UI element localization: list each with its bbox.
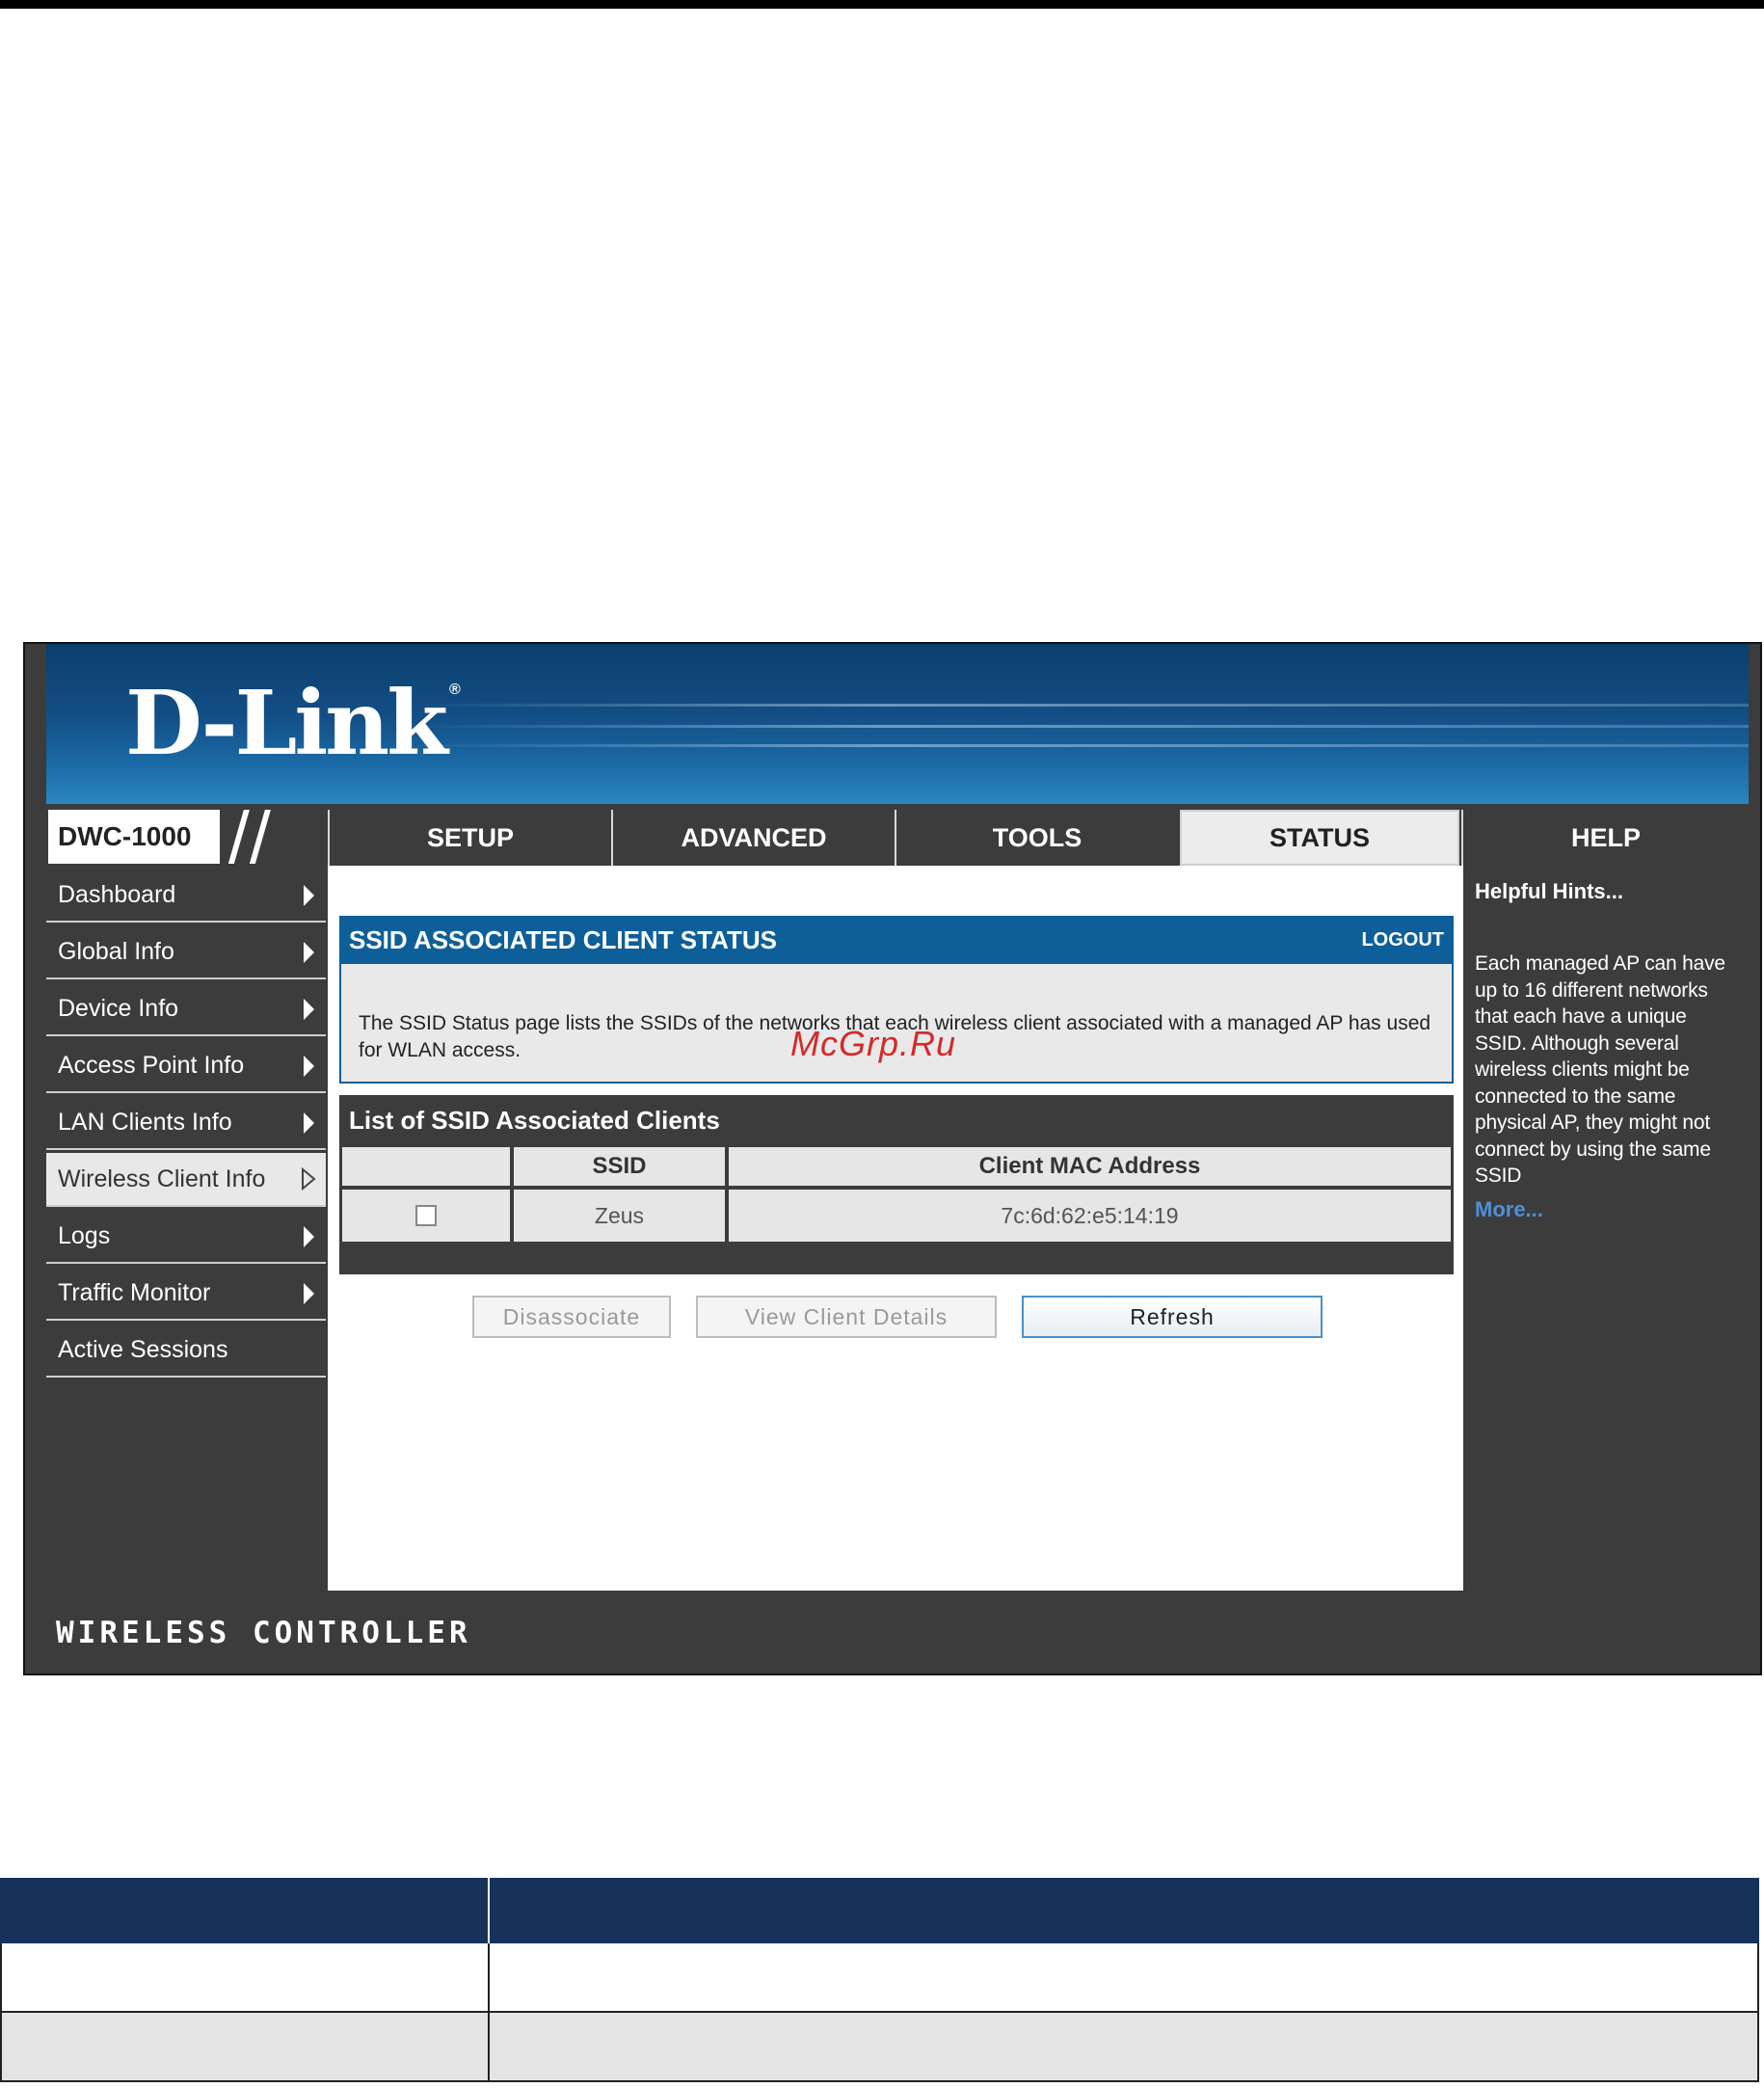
list-title: List of SSID Associated Clients (349, 1106, 720, 1135)
sidebar-item-label: LAN Clients Info (58, 1109, 232, 1136)
footer-bar: WIRELESS CONTROLLER (46, 1593, 1749, 1673)
refresh-button[interactable]: Refresh (1022, 1296, 1323, 1338)
banner-streak (413, 744, 1749, 747)
sidebar-item-label: Device Info (58, 995, 179, 1022)
document-table (0, 1878, 1759, 2082)
top-rule (0, 0, 1764, 9)
chevron-right-icon (304, 999, 314, 1020)
table-header-cell (0, 1878, 490, 1943)
panel-header: SSID ASSOCIATED CLIENT STATUS LOGOUT (339, 916, 1454, 964)
chevron-right-icon (304, 942, 314, 963)
banner-streak (413, 704, 1749, 707)
tab-status[interactable]: STATUS (1180, 810, 1459, 866)
table-row (0, 1943, 1759, 2013)
list-header: List of SSID Associated Clients (339, 1095, 1454, 1143)
model-badge: DWC-1000 (48, 810, 328, 864)
sidebar-item-lan-clients-info[interactable]: LAN Clients Info (46, 1096, 326, 1150)
view-client-details-button[interactable]: View Client Details (696, 1296, 997, 1338)
sidebar-item-global-info[interactable]: Global Info (46, 925, 326, 979)
table-row (0, 2013, 1759, 2082)
model-name: DWC-1000 (58, 821, 192, 851)
sidebar-item-label: Traffic Monitor (58, 1279, 211, 1306)
table-row-select-cell (342, 1190, 510, 1242)
chevron-right-outline-icon (302, 1167, 316, 1191)
help-title: Helpful Hints... (1475, 879, 1623, 903)
column-header-ssid: SSID (514, 1147, 725, 1186)
sidebar-item-label: Wireless Client Info (58, 1165, 266, 1192)
screenshot-frame: D-Link ® DWC-1000 SETUP ADVANCED TOOLS ST… (23, 642, 1762, 1675)
help-body: Each managed AP can have up to 16 differ… (1475, 952, 1725, 1187)
chevron-right-icon (304, 1112, 314, 1134)
table-header-row (0, 1878, 1759, 1943)
tab-tools[interactable]: TOOLS (895, 810, 1178, 866)
table-header-cell (490, 1878, 1759, 1943)
help-more-link[interactable]: More... (1475, 1197, 1543, 1222)
table-cell (490, 2013, 1759, 2082)
client-table: SSID Client MAC Address Zeus 7c:6d:62:e5… (339, 1143, 1454, 1274)
header-banner: D-Link ® (46, 644, 1749, 804)
sidebar-item-logs[interactable]: Logs (46, 1210, 326, 1264)
sidebar-item-access-point-info[interactable]: Access Point Info (46, 1039, 326, 1093)
column-header-select (342, 1147, 510, 1186)
table-cell-ssid: Zeus (514, 1190, 725, 1242)
table-cell (490, 1943, 1759, 2013)
sidebar-item-label: Access Point Info (58, 1052, 245, 1079)
logout-link[interactable]: LOGOUT (1361, 929, 1444, 951)
row-checkbox[interactable] (415, 1205, 437, 1226)
sidebar-item-device-info[interactable]: Device Info (46, 982, 326, 1036)
sidebar-item-dashboard[interactable]: Dashboard (46, 869, 326, 923)
table-cell (0, 2013, 490, 2082)
chevron-right-icon (304, 885, 314, 906)
sidebar-item-traffic-monitor[interactable]: Traffic Monitor (46, 1267, 326, 1321)
chevron-right-icon (304, 1226, 314, 1247)
banner-streak (413, 725, 1749, 728)
page-title: SSID ASSOCIATED CLIENT STATUS (349, 925, 777, 954)
table-cell (0, 1943, 490, 2013)
dlink-logo: D-Link ® (125, 671, 461, 775)
slash-decoration-icon (220, 810, 328, 864)
sidebar-item-label: Logs (58, 1222, 111, 1249)
help-panel: Helpful Hints... Each managed AP can hav… (1465, 866, 1749, 1591)
sidebar-item-active-sessions[interactable]: Active Sessions (46, 1324, 326, 1378)
sidebar-item-label: Global Info (58, 938, 174, 965)
disassociate-button[interactable]: Disassociate (472, 1296, 671, 1338)
sidebar-item-label: Dashboard (58, 881, 176, 908)
tab-help[interactable]: HELP (1461, 810, 1749, 866)
tab-setup[interactable]: SETUP (328, 810, 611, 866)
main-content: SSID ASSOCIATED CLIENT STATUS LOGOUT The… (328, 866, 1463, 1591)
footer-title: WIRELESS CONTROLLER (56, 1616, 471, 1650)
sidebar: Dashboard Global Info Device Info Access… (46, 866, 326, 1378)
sidebar-item-wireless-client-info[interactable]: Wireless Client Info (46, 1153, 326, 1207)
tab-advanced[interactable]: ADVANCED (611, 810, 895, 866)
sidebar-item-label: Active Sessions (58, 1336, 228, 1363)
chevron-right-icon (304, 1056, 314, 1077)
top-nav: DWC-1000 SETUP ADVANCED TOOLS STATUS HEL… (46, 804, 1749, 866)
table-cell-mac: 7c:6d:62:e5:14:19 (729, 1190, 1451, 1242)
chevron-right-icon (304, 1283, 314, 1304)
column-header-mac: Client MAC Address (729, 1147, 1451, 1186)
watermark-text: McGrp.Ru (790, 1024, 957, 1063)
